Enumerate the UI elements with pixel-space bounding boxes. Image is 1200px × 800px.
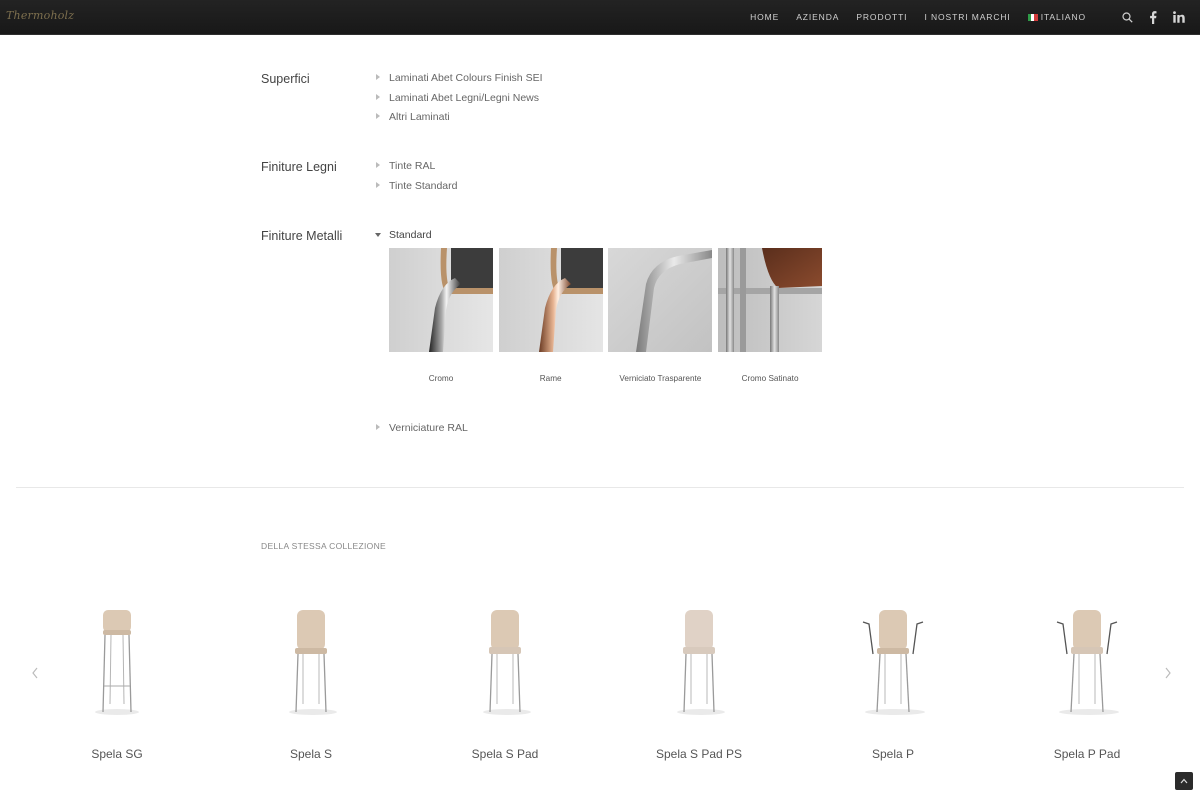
chair-image [289, 610, 337, 715]
top-navbar: Thermoholz HOME AZIENDA PRODOTTI I NOSTR… [0, 0, 1200, 35]
caret-right-icon [376, 74, 380, 80]
chair-image [483, 610, 531, 715]
swatch-caption: Rame [539, 374, 562, 383]
italian-flag-icon [1027, 13, 1038, 21]
main-nav: HOME AZIENDA PRODOTTI I NOSTRI MARCHI IT… [733, 0, 1200, 34]
product-card-spela-s-pad[interactable]: Spela S Pad [408, 600, 602, 761]
caret-right-icon [376, 113, 380, 119]
product-card-spela-p-pad[interactable]: Spela P Pad [990, 600, 1184, 761]
linkedin-icon[interactable] [1166, 0, 1192, 34]
swatch-image [608, 248, 713, 352]
finish-list: Laminati Abet Colours Finish SEI Laminat… [376, 72, 543, 131]
product-name: Spela S Pad PS [655, 747, 743, 761]
swatch-image [498, 248, 603, 352]
finish-item-standard-expanded[interactable]: Standard [375, 229, 432, 249]
section-title: Finiture Metalli [261, 229, 343, 243]
caret-right-icon [376, 93, 380, 100]
product-card-spela-sg[interactable]: Spela SG [20, 600, 214, 761]
caret-right-icon [376, 181, 380, 188]
section-title: Superfici [261, 72, 310, 86]
stool-image [95, 610, 139, 715]
nav-azienda[interactable]: AZIENDA [796, 12, 839, 22]
language-label: ITALIANO [1040, 12, 1086, 22]
section-divider [16, 487, 1184, 488]
finish-list: Verniciature RAL [376, 422, 468, 442]
swatch-cromo[interactable]: Cromo [389, 248, 493, 383]
search-icon[interactable] [1114, 0, 1140, 34]
product-card-spela-p[interactable]: Spela P [796, 600, 990, 761]
finish-item-altri-laminati[interactable]: Altri Laminati [376, 111, 543, 131]
nav-home[interactable]: HOME [750, 12, 779, 22]
swatch-caption: Cromo Satinato [741, 374, 799, 383]
brand-logo[interactable]: Thermoholz [6, 9, 74, 22]
armchair-image [862, 610, 925, 715]
finish-item-tinte-ral[interactable]: Tinte RAL [376, 160, 458, 180]
product-name: Spela SG [91, 747, 143, 761]
product-name: Spela S Pad [471, 747, 539, 761]
swatch-caption: Verniciato Trasparente [619, 374, 702, 383]
collection-title: DELLA STESSA COLLEZIONE [261, 541, 387, 551]
facebook-icon[interactable] [1140, 0, 1166, 34]
swatch-image [718, 248, 823, 352]
product-name: Spela P [871, 747, 915, 761]
swatch-image [389, 248, 493, 352]
caret-right-icon [376, 162, 380, 168]
finish-item-abet-legni[interactable]: Laminati Abet Legni/Legni News [376, 92, 543, 112]
section-title: Finiture Legni [261, 160, 337, 174]
finish-list: Standard [375, 229, 432, 249]
finish-item-verniciature-ral[interactable]: Verniciature RAL [376, 422, 468, 442]
nav-icons [1114, 0, 1192, 34]
caret-right-icon [376, 424, 380, 430]
product-name: Spela P Pad [1053, 747, 1121, 761]
metal-swatch-grid: Cromo Rame Verniciato Trasparente Cromo … [389, 248, 828, 383]
product-name: Spela S [289, 747, 333, 761]
swatch-caption: Cromo [428, 374, 454, 383]
swatch-cromo-satinato[interactable]: Cromo Satinato [718, 248, 823, 383]
swatch-rame[interactable]: Rame [498, 248, 603, 383]
chevron-up-icon [1180, 778, 1188, 784]
product-card-spela-s-pad-ps[interactable]: Spela S Pad PS [602, 600, 796, 761]
armchair-image [1056, 610, 1119, 715]
back-to-top-button[interactable] [1175, 772, 1193, 790]
nav-language[interactable]: ITALIANO [1027, 12, 1086, 22]
caret-down-icon [375, 233, 381, 237]
finish-list: Tinte RAL Tinte Standard [376, 160, 458, 199]
chair-image [677, 610, 725, 715]
finish-item-tinte-standard[interactable]: Tinte Standard [376, 180, 458, 200]
finish-item-abet-colours[interactable]: Laminati Abet Colours Finish SEI [376, 72, 543, 92]
swatch-verniciato-trasparente[interactable]: Verniciato Trasparente [608, 248, 713, 383]
nav-nostri-marchi[interactable]: I NOSTRI MARCHI [924, 12, 1010, 22]
nav-prodotti[interactable]: PRODOTTI [856, 12, 907, 22]
product-card-spela-s[interactable]: Spela S [214, 600, 408, 761]
